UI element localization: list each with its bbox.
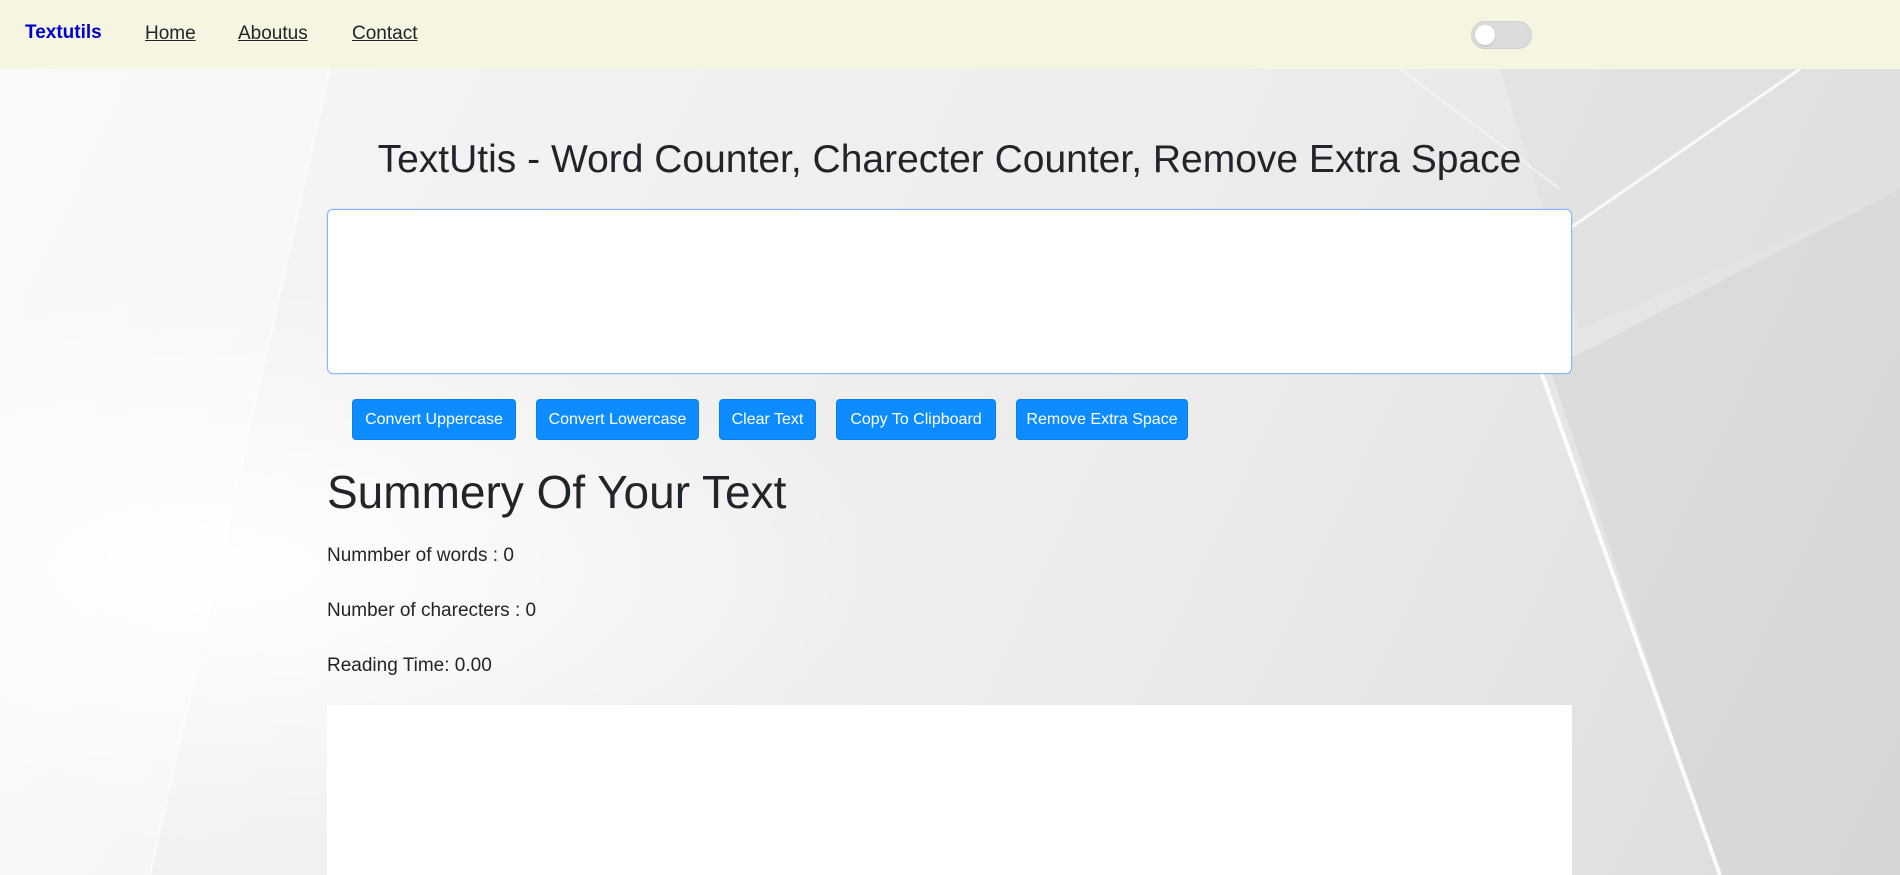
page-title: TextUtis - Word Counter, Charecter Count… bbox=[377, 138, 1522, 181]
convert-lowercase-button[interactable]: Convert Lowercase bbox=[536, 399, 699, 440]
nav-link-aboutus[interactable]: Aboutus bbox=[238, 23, 308, 45]
nav-link-home[interactable]: Home bbox=[145, 23, 196, 45]
clear-text-button[interactable]: Clear Text bbox=[719, 399, 816, 440]
convert-uppercase-button[interactable]: Convert Uppercase bbox=[352, 399, 516, 440]
navbar: Textutils Home Aboutus Contact bbox=[0, 0, 1900, 69]
copy-to-clipboard-button[interactable]: Copy To Clipboard bbox=[836, 399, 996, 440]
remove-extra-space-button[interactable]: Remove Extra Space bbox=[1016, 399, 1188, 440]
toggle-knob bbox=[1475, 25, 1495, 45]
reading-time-text: Reading Time: 0.00 bbox=[327, 655, 492, 676]
brand-logo-link[interactable]: Textutils bbox=[25, 22, 102, 44]
summary-heading: Summery Of Your Text bbox=[327, 466, 787, 518]
dark-mode-toggle[interactable] bbox=[1471, 21, 1532, 49]
preview-panel bbox=[327, 705, 1572, 875]
word-count-text: Nummber of words : 0 bbox=[327, 545, 514, 566]
nav-link-contact[interactable]: Contact bbox=[352, 23, 417, 45]
character-count-text: Number of charecters : 0 bbox=[327, 600, 537, 621]
text-input[interactable] bbox=[327, 209, 1572, 374]
